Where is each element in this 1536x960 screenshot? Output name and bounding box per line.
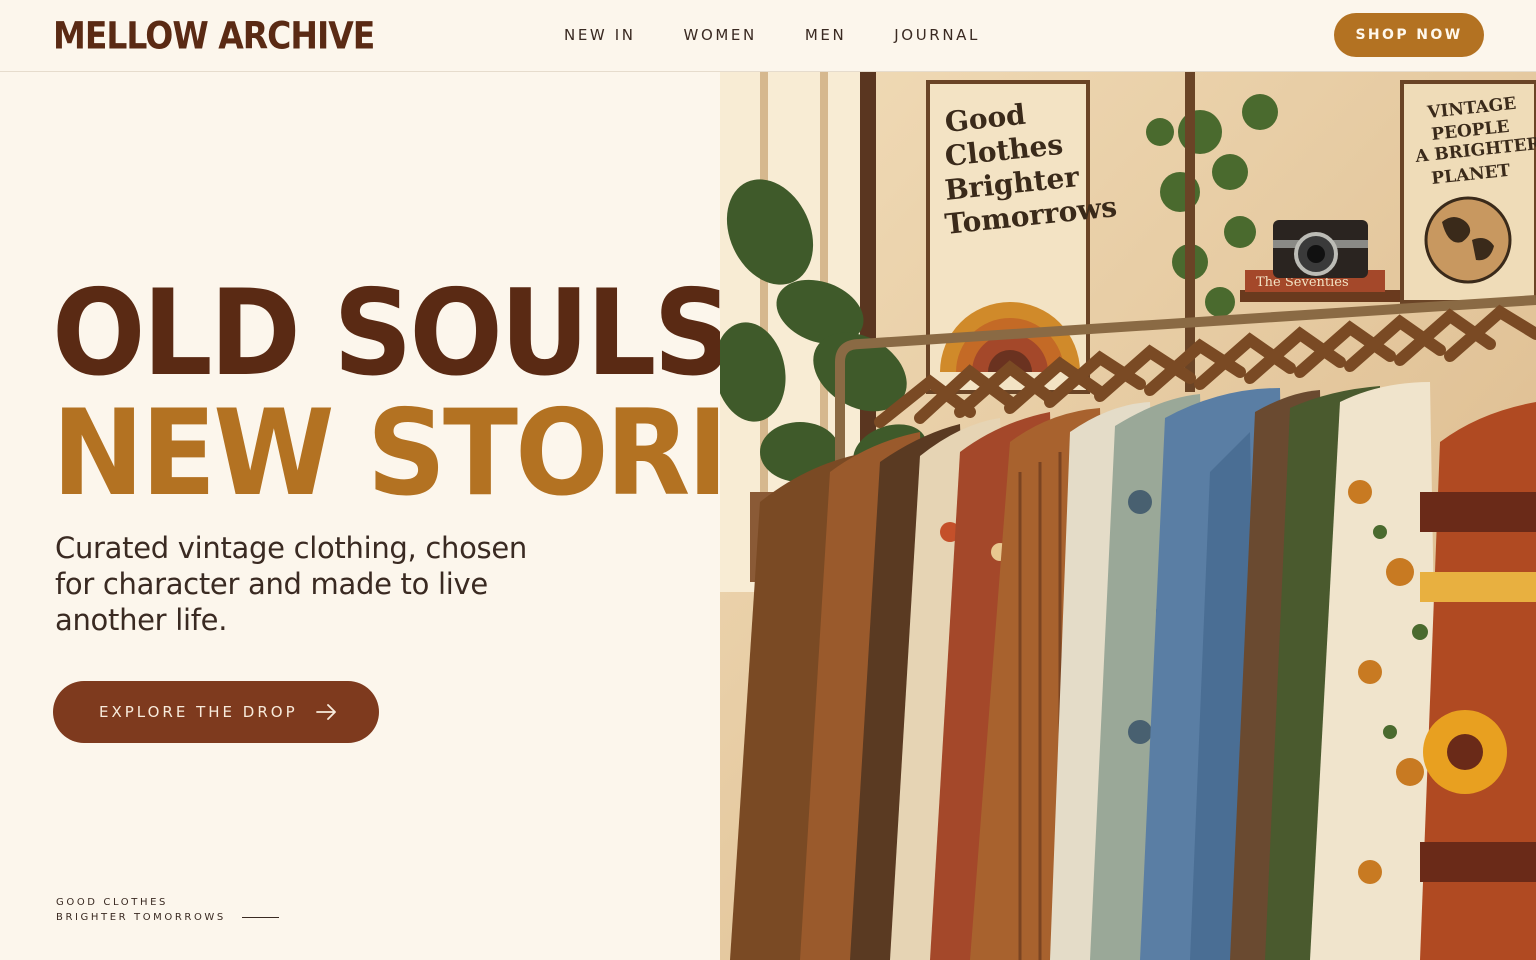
shop-now-button[interactable]: SHOP NOW: [1334, 13, 1484, 57]
tagline-divider: [241, 916, 279, 919]
site-header: MELLOW ARCHIVE NEW IN WOMEN MEN JOURNAL …: [0, 0, 1536, 72]
hero-headline: OLD SOULS. NEW STORIES.: [52, 267, 915, 519]
hero-subcopy: Curated vintage clothing, chosen for cha…: [55, 531, 527, 637]
nav-item-journal[interactable]: JOURNAL: [894, 26, 980, 44]
headline-line-1: OLD SOULS.: [52, 263, 771, 403]
headline-line-2: NEW STORIES.: [52, 383, 915, 523]
site-logo[interactable]: MELLOW ARCHIVE: [53, 14, 375, 58]
tagline-line-2: BRIGHTER TOMORROWS: [56, 912, 226, 923]
explore-drop-label: EXPLORE THE DROP: [99, 703, 298, 721]
clothing-rack-illustration: Good Clothes Brighter Tomorrows The Seve…: [720, 72, 1536, 960]
tagline-line-1: GOOD CLOTHES: [56, 897, 168, 908]
nav-item-men[interactable]: MEN: [805, 26, 846, 44]
footer-tagline: GOOD CLOTHES BRIGHTER TOMORROWS: [56, 895, 279, 925]
nav-item-new-in[interactable]: NEW IN: [564, 26, 636, 44]
arrow-right-icon: [315, 704, 336, 720]
main-nav: NEW IN WOMEN MEN JOURNAL: [564, 26, 1028, 44]
nav-item-women[interactable]: WOMEN: [684, 26, 757, 44]
explore-drop-button[interactable]: EXPLORE THE DROP: [53, 681, 379, 743]
hero-image: Good Clothes Brighter Tomorrows The Seve…: [720, 72, 1536, 960]
